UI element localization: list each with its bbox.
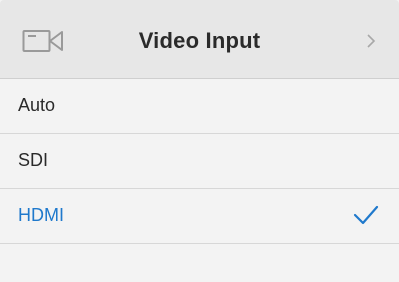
option-auto[interactable]: Auto: [0, 79, 399, 134]
option-hdmi[interactable]: HDMI: [0, 189, 399, 244]
option-label: Auto: [18, 95, 56, 115]
option-label: SDI: [18, 150, 49, 170]
checkmark-icon: [353, 205, 379, 225]
chevron-right-icon[interactable]: [366, 33, 376, 49]
page-title: Video Input: [138, 28, 261, 53]
video-input-panel: Video Input Auto SDI HDMI: [0, 0, 399, 282]
option-label: HDMI: [18, 205, 64, 225]
option-sdi[interactable]: SDI: [0, 134, 399, 189]
panel-header: Video Input: [0, 0, 399, 79]
